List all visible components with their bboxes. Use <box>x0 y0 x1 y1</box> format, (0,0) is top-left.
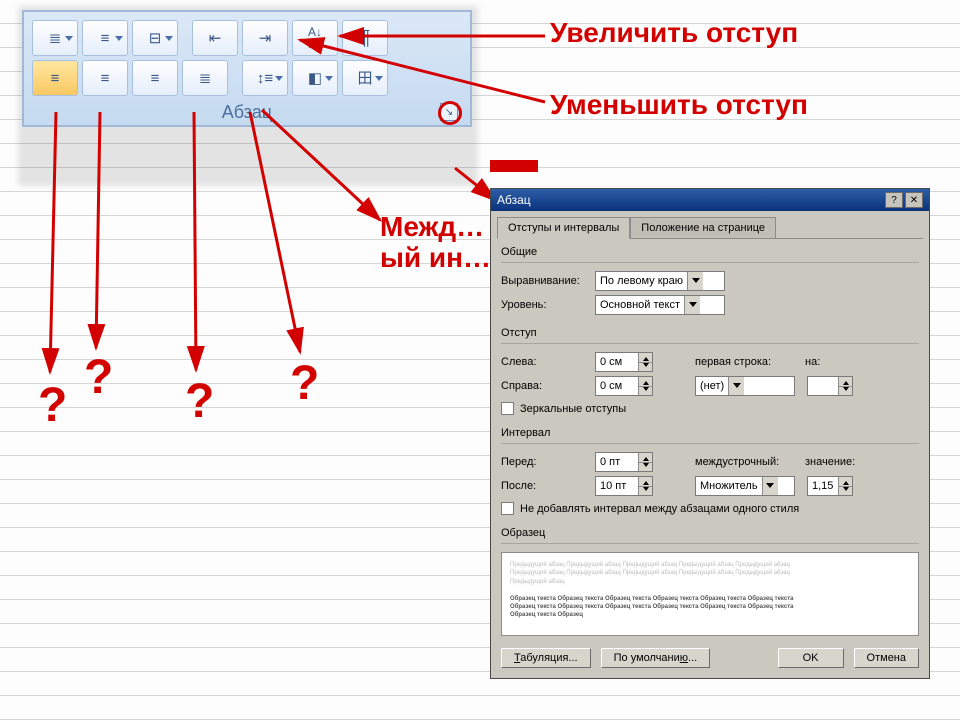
shading-button[interactable]: ◧ <box>292 60 338 96</box>
multilevel-list-button[interactable]: ⊟ <box>132 20 178 56</box>
indent-right-spinner[interactable]: 0 см <box>595 376 653 396</box>
mirror-indents-checkbox[interactable]: Зеркальные отступы <box>501 402 919 415</box>
ribbon-row-1: ≣ ≡ ⊟ ⇤ ⇥ А↓Я ¶ <box>32 18 462 58</box>
question-mark-1: ? <box>38 378 67 433</box>
dontadd-label: Не добавлять интервал между абзацами одн… <box>520 503 799 515</box>
dialog-button-bar: Табуляция... По умолчанию... OK Отмена <box>491 640 929 678</box>
dontadd-space-checkbox[interactable]: Не добавлять интервал между абзацами одн… <box>501 502 919 515</box>
default-button[interactable]: По умолчанию... <box>601 648 711 668</box>
before-spinner[interactable]: 0 пт <box>595 452 653 472</box>
justify-button[interactable]: ≣ <box>182 60 228 96</box>
alignment-label: Выравнивание: <box>501 275 589 287</box>
numbering-button[interactable]: ≡ <box>82 20 128 56</box>
level-select[interactable]: Основной текст <box>595 295 725 315</box>
ribbon-group-text: Абзац <box>222 102 273 122</box>
checkbox-icon <box>501 502 514 515</box>
callout-increase-indent: Увеличить отступ <box>550 18 798 49</box>
after-label: После: <box>501 480 589 492</box>
dialog-titlebar: Абзац ? ✕ <box>491 189 929 211</box>
group-indent-label: Отступ <box>501 327 919 339</box>
question-mark-4: ? <box>290 356 319 411</box>
align-right-button[interactable]: ≡ <box>132 60 178 96</box>
increase-indent-button[interactable]: ⇥ <box>242 20 288 56</box>
dialog-launcher-icon[interactable]: ↘ <box>440 103 458 121</box>
at-label: значение: <box>805 456 855 468</box>
align-center-button[interactable]: ≡ <box>82 60 128 96</box>
group-spacing-label: Интервал <box>501 427 919 439</box>
indent-left-label: Слева: <box>501 356 589 368</box>
borders-button[interactable]: 田 <box>342 60 388 96</box>
line-spacing-button[interactable]: ↕≡ <box>242 60 288 96</box>
question-mark-2: ? <box>84 350 113 405</box>
dialog-tabs: Отступы и интервалы Положение на страниц… <box>491 211 929 239</box>
pilcrow-button[interactable]: ¶ <box>342 20 388 56</box>
tab-indents-spacing[interactable]: Отступы и интервалы <box>497 217 630 239</box>
group-general-label: Общие <box>501 246 919 258</box>
by-spinner[interactable] <box>807 376 853 396</box>
paragraph-dialog: Абзац ? ✕ Отступы и интервалы Положение … <box>490 188 930 679</box>
tabs-button[interactable]: Табуляция... <box>501 648 591 668</box>
ribbon-group-label: Абзац ↘ <box>32 98 462 123</box>
decrease-indent-button[interactable]: ⇤ <box>192 20 238 56</box>
mirror-indents-label: Зеркальные отступы <box>520 403 626 415</box>
callout-line-spacing: Межд… ый ин… <box>380 212 491 274</box>
ribbon-row-2: ≡ ≡ ≡ ≣ ↕≡ ◧ 田 <box>32 58 462 98</box>
sort-button[interactable]: А↓Я <box>292 20 338 56</box>
ok-button[interactable]: OK <box>778 648 844 668</box>
group-preview-label: Образец <box>501 527 919 539</box>
checkbox-icon <box>501 402 514 415</box>
bullets-button[interactable]: ≣ <box>32 20 78 56</box>
paragraph-ribbon-group: ≣ ≡ ⊟ ⇤ ⇥ А↓Я ¶ ≡ ≡ ≡ ≣ ↕≡ ◧ 田 Абзац ↘ <box>22 10 472 127</box>
before-label: Перед: <box>501 456 589 468</box>
alignment-select[interactable]: По левому краю <box>595 271 725 291</box>
question-mark-3: ? <box>185 374 214 429</box>
cancel-button[interactable]: Отмена <box>854 648 919 668</box>
firstline-label: первая строка: <box>695 356 799 368</box>
by-label: на: <box>805 356 820 368</box>
help-button[interactable]: ? <box>885 192 903 208</box>
linespacing-select[interactable]: Множитель <box>695 476 795 496</box>
after-spinner[interactable]: 10 пт <box>595 476 653 496</box>
callout-decrease-indent: Уменьшить отступ <box>550 90 808 121</box>
align-left-button[interactable]: ≡ <box>32 60 78 96</box>
indent-left-spinner[interactable]: 0 см <box>595 352 653 372</box>
preview-pane: Предыдущий абзац Предыдущий абзац Предыд… <box>501 552 919 636</box>
indent-right-label: Справа: <box>501 380 589 392</box>
dialog-title-text: Абзац <box>497 193 531 207</box>
decorative-bar <box>490 160 538 172</box>
firstline-select[interactable]: (нет) <box>695 376 795 396</box>
linespacing-label: междустрочный: <box>695 456 799 468</box>
at-spinner[interactable]: 1,15 <box>807 476 853 496</box>
close-button[interactable]: ✕ <box>905 192 923 208</box>
level-label: Уровень: <box>501 299 589 311</box>
tab-page-position[interactable]: Положение на странице <box>630 217 776 239</box>
